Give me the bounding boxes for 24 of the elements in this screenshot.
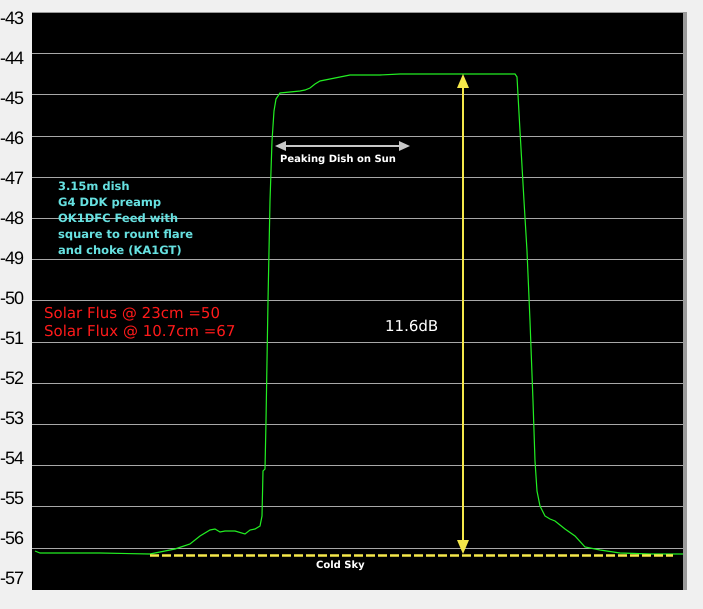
setup-note: G4 DDK preamp: [58, 194, 162, 210]
y-axis-label: -49: [0, 249, 24, 270]
y-axis-label: -55: [0, 489, 24, 510]
y-axis-label: -52: [0, 369, 24, 390]
flux-note: Solar Flus @ 23cm =50: [44, 304, 222, 322]
baseline-label: Cold Sky: [316, 559, 365, 573]
peaking-label: Peaking Dish on Sun: [280, 153, 396, 167]
y-axis-label: -50: [0, 289, 24, 310]
setup-note: square to rount flare: [58, 226, 194, 242]
y-axis-label: -45: [0, 89, 24, 110]
y-axis-label: -48: [0, 209, 24, 230]
setup-note: 3.15m dish: [58, 178, 131, 194]
y-axis-label: -46: [0, 129, 24, 150]
y-axis-label: -56: [0, 529, 24, 550]
flux-note: Solar Flux @ 10.7cm =67: [44, 322, 236, 340]
setup-note: and choke (KA1GT): [58, 242, 183, 258]
y-axis-label: -43: [0, 9, 24, 30]
y-axis-label: -53: [0, 409, 24, 430]
gain-label: 11.6dB: [385, 316, 438, 337]
y-axis-label: -47: [0, 169, 24, 190]
y-axis-label: -57: [0, 569, 24, 590]
y-axis-label: -51: [0, 329, 24, 350]
y-axis-label: -44: [0, 49, 24, 70]
y-axis-label: -54: [0, 449, 24, 470]
